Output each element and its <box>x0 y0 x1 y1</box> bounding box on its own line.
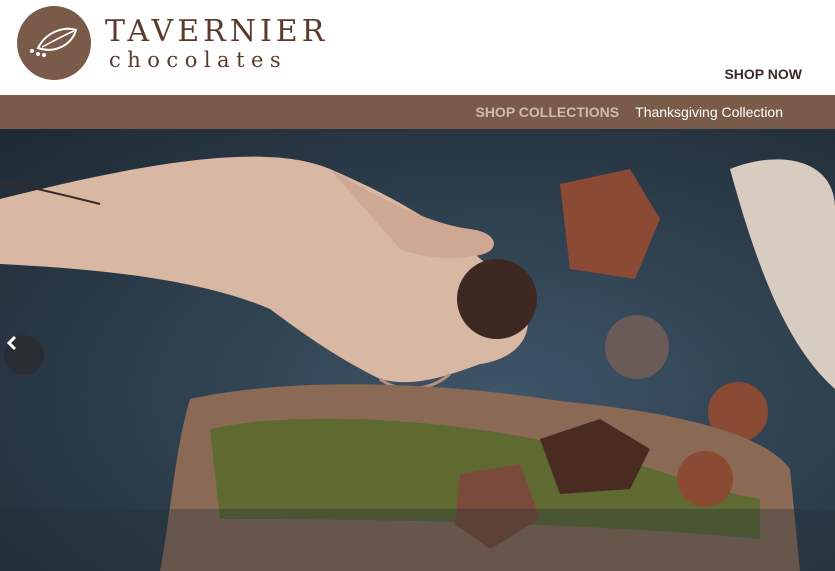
main-navigation: SHOP COLLECTIONS Thanksgiving Collection <box>0 95 835 129</box>
brand-logo[interactable]: TAVERNIER chocolates <box>17 6 328 80</box>
slider-prev-button[interactable] <box>4 335 44 375</box>
site-header: TAVERNIER chocolates SHOP NOW <box>0 0 835 95</box>
chevron-left-icon <box>6 335 17 351</box>
logo-wordmark: TAVERNIER chocolates <box>105 14 329 72</box>
logo-emblem-icon <box>17 6 91 80</box>
shop-now-link[interactable]: SHOP NOW <box>724 66 802 82</box>
hero-slider[interactable] <box>0 129 835 571</box>
brand-subtitle: chocolates <box>109 48 288 72</box>
nav-item-shop-collections[interactable]: SHOP COLLECTIONS <box>475 104 619 120</box>
hero-image <box>0 156 835 571</box>
brand-name: TAVERNIER <box>105 14 329 49</box>
nav-item-thanksgiving-collection[interactable]: Thanksgiving Collection <box>635 104 783 120</box>
